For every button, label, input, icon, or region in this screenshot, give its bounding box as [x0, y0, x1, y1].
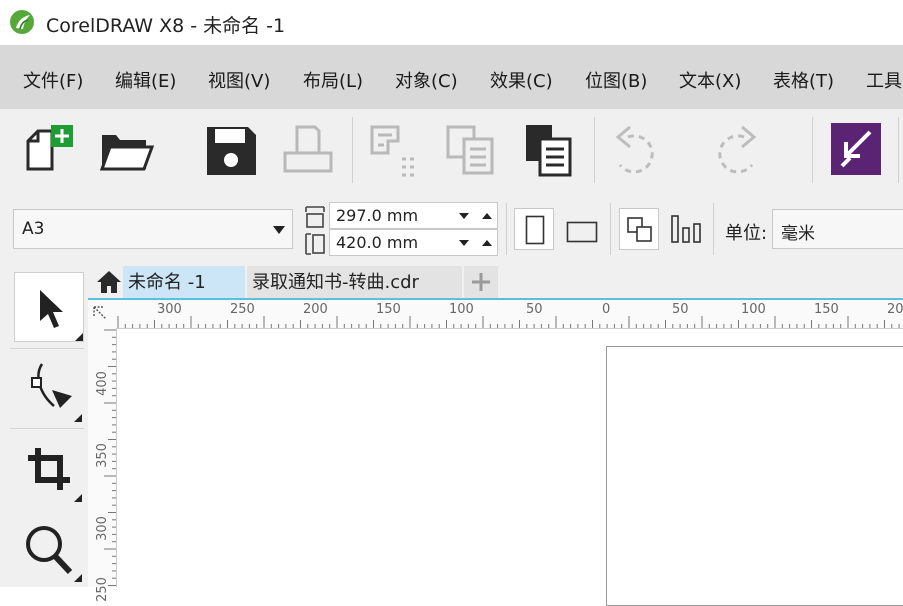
width-decrement-icon[interactable] — [458, 212, 470, 220]
ruler-tick-label: 250 — [94, 577, 110, 602]
shape-edit-icon — [31, 363, 72, 408]
undo-icon[interactable] — [604, 119, 666, 181]
menu-effects[interactable]: 效果(C) — [490, 67, 553, 93]
toolbar-separator — [812, 117, 813, 183]
shape-tool[interactable] — [14, 354, 84, 424]
tab-untitled-1[interactable]: 未命名 -1 — [123, 266, 245, 298]
window-title: CorelDRAW X8 - 未命名 -1 — [46, 15, 286, 37]
new-document-icon[interactable] — [18, 119, 80, 181]
crop-icon — [28, 448, 70, 490]
cut-icon[interactable] — [362, 119, 424, 181]
ruler-tick-label: 50 — [672, 302, 689, 317]
menu-bitmaps[interactable]: 位图(B) — [585, 67, 647, 93]
ruler-tick-label: 100 — [449, 302, 474, 317]
ruler-tick-label: 350 — [94, 443, 110, 468]
print-icon[interactable] — [277, 119, 339, 181]
ruler-tick-label: 200 — [303, 302, 328, 317]
landscape-page-icon[interactable] — [566, 221, 598, 243]
crop-tool[interactable] — [14, 434, 84, 504]
ruler-tick-label: 150 — [814, 302, 839, 317]
propbar-separator — [713, 203, 714, 255]
open-folder-icon[interactable] — [96, 119, 158, 181]
menu-file[interactable]: 文件(F) — [23, 67, 83, 93]
flyout-corner-icon — [74, 574, 82, 582]
zoom-tool[interactable] — [14, 514, 84, 584]
menu-bar: 文件(F) 编辑(E) 视图(V) 布局(L) 对象(C) 效果(C) 位图(B… — [0, 45, 903, 109]
property-bar: A3 297.0 mm 420.0 mm 单位: 毫米 — [0, 191, 903, 267]
ruler-origin-icon[interactable] — [92, 305, 114, 325]
propbar-separator — [610, 203, 611, 255]
ruler-tick-label: 0 — [602, 302, 611, 317]
plus-icon — [472, 273, 490, 291]
page-border — [606, 346, 903, 606]
zoom-magnifier-icon — [26, 526, 73, 575]
toolbar-separator — [352, 117, 353, 183]
menu-object[interactable]: 对象(C) — [395, 67, 458, 93]
coreldraw-logo-icon — [10, 10, 34, 34]
menu-text[interactable]: 文本(X) — [679, 67, 741, 93]
width-increment-icon[interactable] — [481, 212, 493, 220]
toolbar-separator — [594, 117, 595, 183]
chevron-down-icon — [273, 226, 285, 234]
vertical-ruler[interactable]: 400 350 300 250 — [88, 328, 117, 602]
tab-admission-letter[interactable]: 录取通知书-转曲.cdr — [247, 266, 462, 298]
page-height-input[interactable]: 420.0 mm — [329, 229, 498, 256]
units-label: 单位: — [725, 223, 768, 244]
ruler-tick-label: 400 — [94, 371, 110, 396]
tab-label: 未命名 -1 — [128, 272, 206, 293]
pointer-arrow-icon — [40, 290, 63, 328]
ruler-tick-label: 250 — [230, 302, 255, 317]
portrait-page-icon — [525, 215, 545, 245]
units-value: 毫米 — [781, 224, 815, 244]
tab-label: 录取通知书-转曲.cdr — [252, 272, 419, 293]
flyout-corner-icon — [75, 333, 83, 341]
ruler-tick-label: 100 — [741, 302, 766, 317]
ruler-tick-label: 150 — [376, 302, 401, 317]
save-icon[interactable] — [200, 119, 262, 181]
toolbox-separator — [10, 428, 84, 429]
all-pages-button[interactable] — [619, 208, 659, 250]
horizontal-ruler[interactable]: 300 250 200 150 100 50 0 50 100 150 200 — [88, 300, 903, 329]
height-increment-icon[interactable] — [481, 239, 493, 247]
page-size-value: A3 — [22, 219, 45, 239]
ruler-tick-label: 200 — [887, 302, 903, 317]
toolbar-separator — [898, 117, 899, 183]
all-pages-icon — [627, 217, 652, 242]
ruler-tick-label: 300 — [94, 516, 110, 541]
copy-icon[interactable] — [440, 119, 502, 181]
page-height-icon — [305, 233, 325, 255]
current-page-icon[interactable] — [670, 213, 702, 245]
page-size-select[interactable]: A3 — [13, 209, 293, 249]
ruler-tick-label: 300 — [157, 302, 182, 317]
height-decrement-icon[interactable] — [458, 239, 470, 247]
new-tab-button[interactable] — [464, 266, 498, 298]
menu-table[interactable]: 表格(T) — [773, 67, 834, 93]
propbar-separator — [506, 203, 507, 255]
redo-icon[interactable] — [706, 119, 768, 181]
ruler-tick-label: 50 — [526, 302, 543, 317]
units-select[interactable]: 毫米 — [772, 209, 903, 249]
import-icon[interactable] — [826, 118, 888, 180]
paste-icon[interactable] — [518, 119, 580, 181]
menu-edit[interactable]: 编辑(E) — [115, 67, 176, 93]
page-width-input[interactable]: 297.0 mm — [329, 202, 498, 229]
toolbox — [0, 266, 88, 587]
home-icon[interactable] — [96, 270, 122, 294]
flyout-corner-icon — [74, 414, 82, 422]
document-tabs: 未命名 -1 录取通知书-转曲.cdr — [88, 266, 903, 300]
menu-layout[interactable]: 布局(L) — [303, 67, 363, 93]
title-bar: CorelDRAW X8 - 未命名 -1 — [0, 0, 903, 45]
menu-view[interactable]: 视图(V) — [208, 67, 270, 93]
portrait-button[interactable] — [514, 208, 554, 250]
pick-tool[interactable] — [14, 272, 84, 342]
page-width-icon — [305, 206, 325, 228]
page-width-value: 297.0 mm — [336, 206, 419, 225]
standard-toolbar — [0, 109, 903, 263]
flyout-corner-icon — [74, 494, 82, 502]
toolbox-separator — [10, 348, 84, 349]
menu-tools[interactable]: 工具 — [866, 67, 902, 93]
page-height-value: 420.0 mm — [336, 233, 419, 252]
